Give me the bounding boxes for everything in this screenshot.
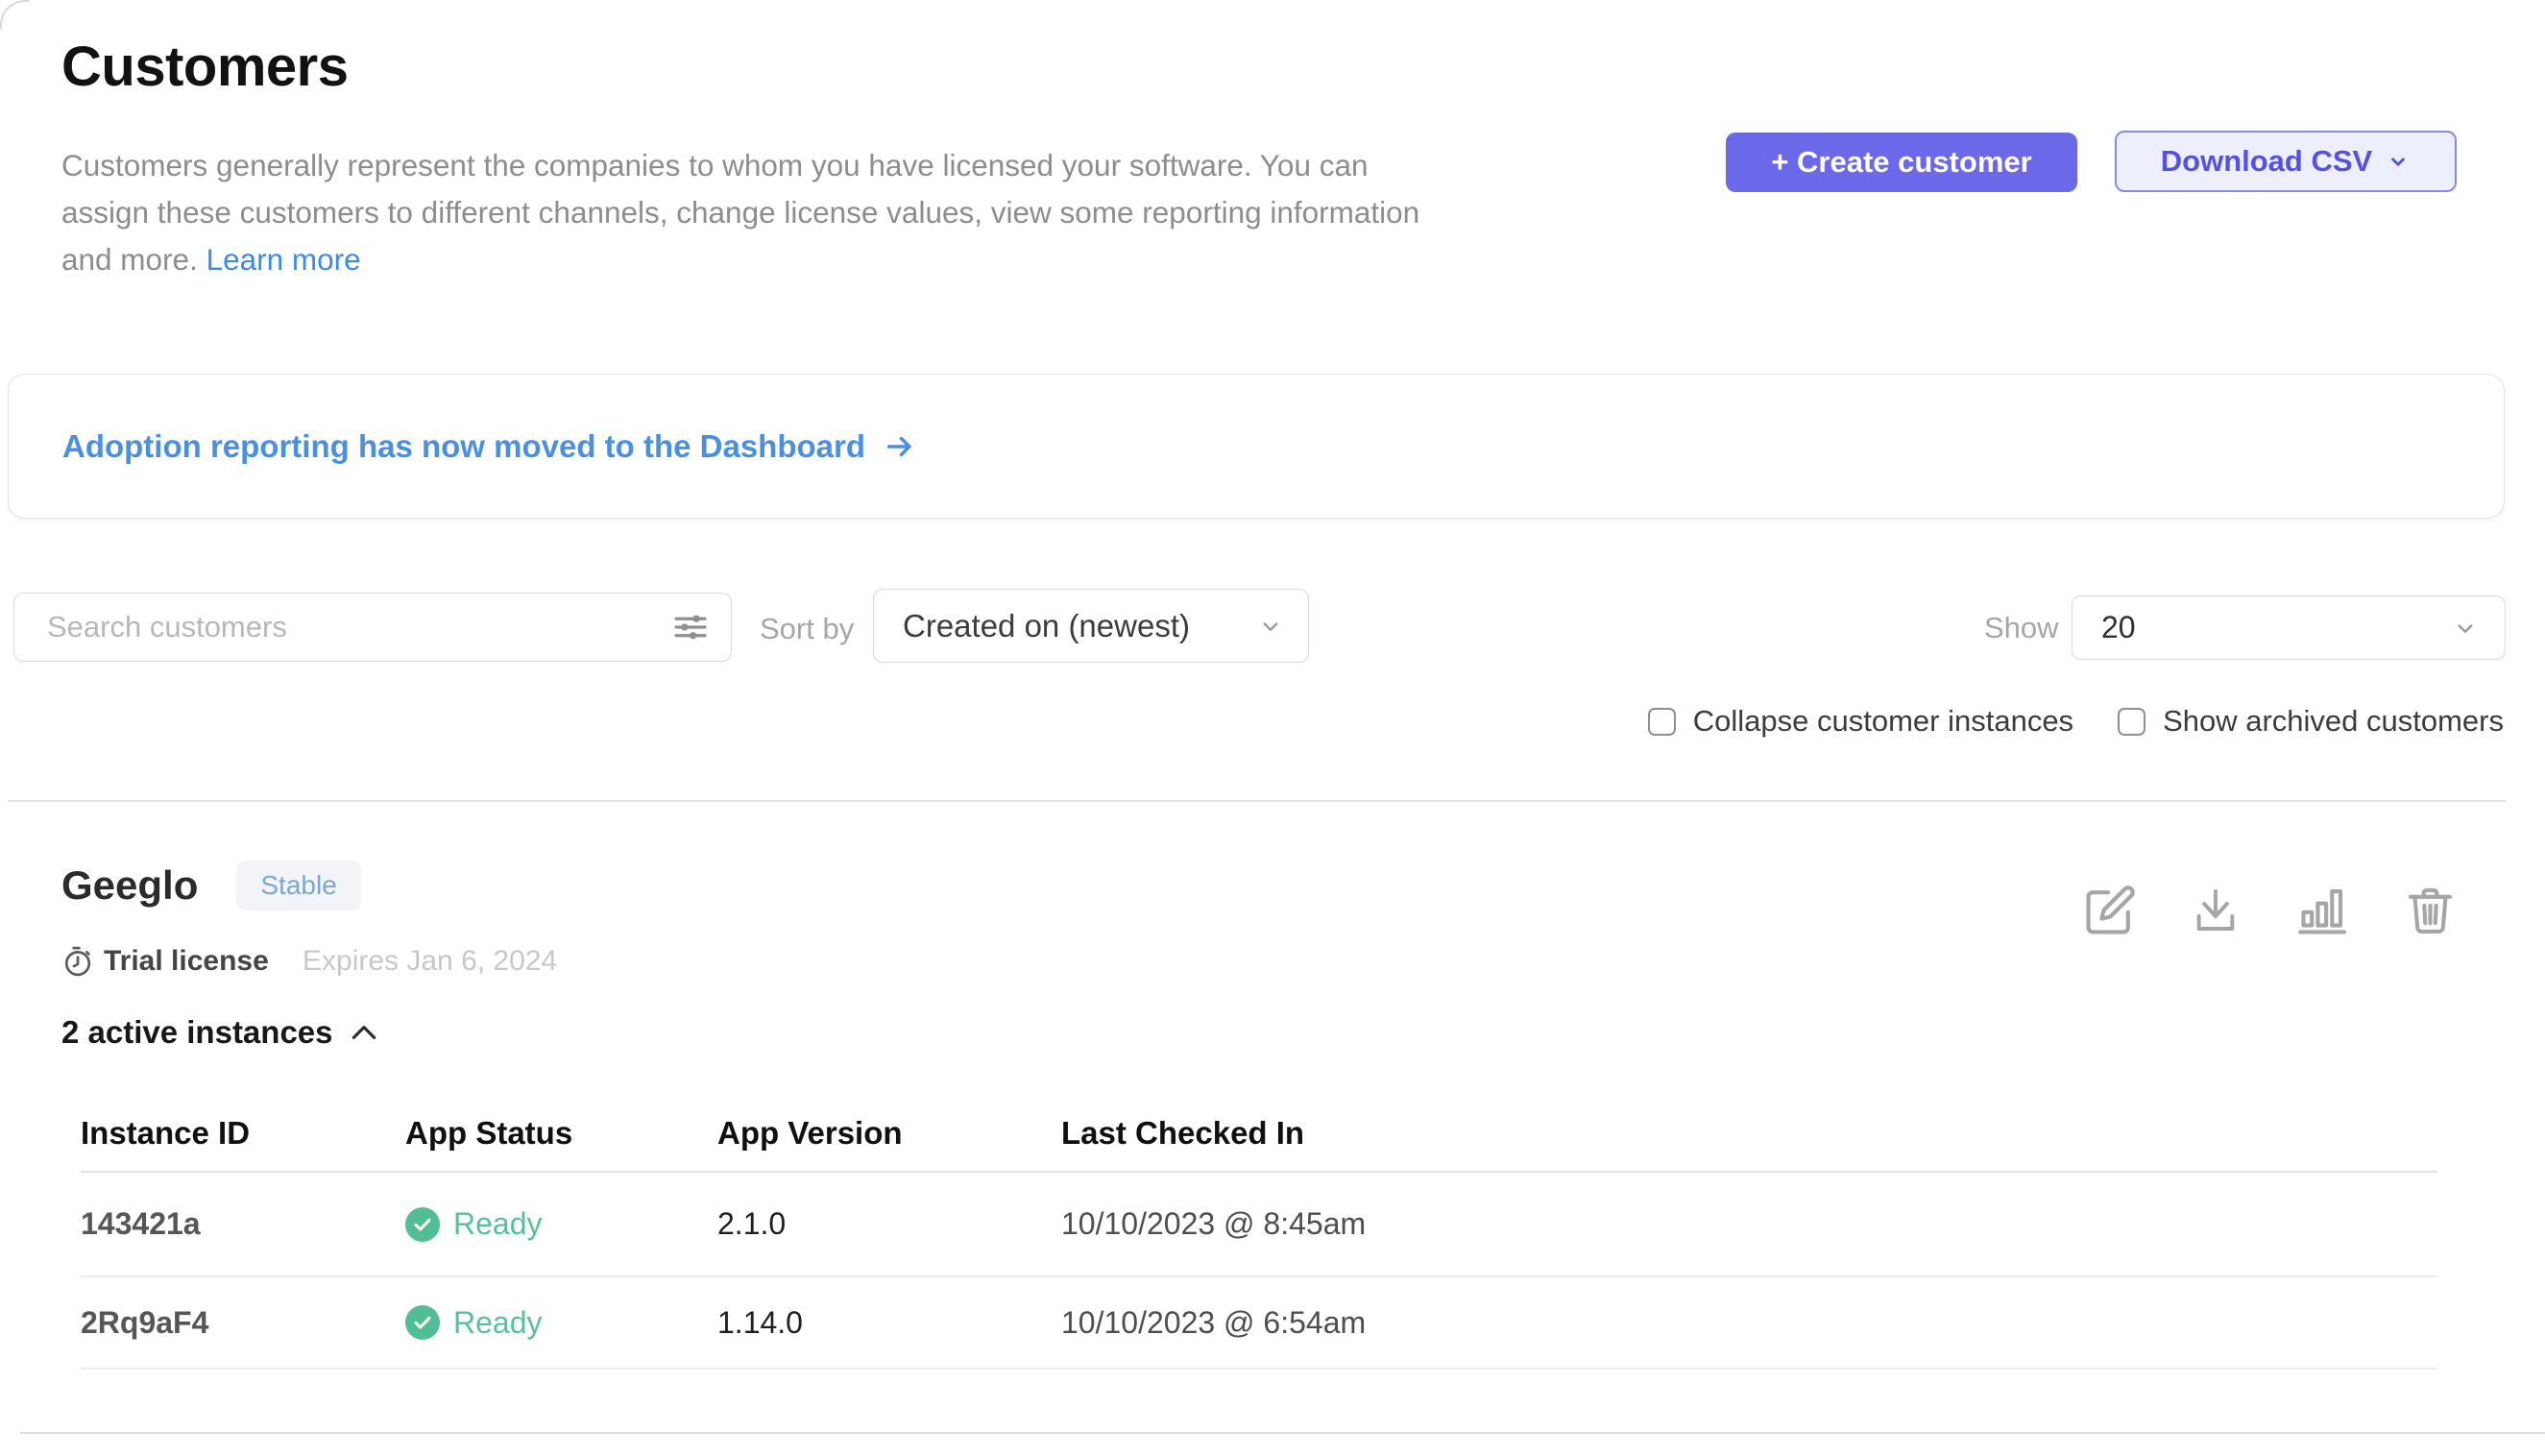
- status-label: Ready: [453, 1206, 543, 1242]
- customer-name[interactable]: Geeglo: [61, 862, 198, 909]
- column-header-instance-id: Instance ID: [81, 1095, 405, 1173]
- list-options-row: Collapse customer instances Show archive…: [1648, 704, 2504, 739]
- sort-by-label: Sort by: [760, 612, 854, 646]
- license-expires: Expires Jan 6, 2024: [303, 945, 557, 978]
- status-ready-icon: [405, 1207, 440, 1242]
- active-instances-summary: 2 active instances: [61, 1014, 333, 1051]
- section-divider: [8, 800, 2506, 802]
- bar-chart-icon: [2294, 884, 2350, 936]
- page-description: Customers generally represent the compan…: [61, 142, 1419, 283]
- adoption-banner-text: Adoption reporting has now moved to the …: [62, 428, 865, 465]
- sort-select[interactable]: Created on (newest): [873, 589, 1309, 663]
- active-instances-toggle[interactable]: 2 active instances: [61, 1014, 379, 1051]
- instance-id-cell: 2Rq9aF4: [81, 1277, 405, 1370]
- last-checked-in-cell: 10/10/2023 @ 8:45am: [1061, 1173, 2437, 1277]
- panel-corner: [0, 0, 29, 29]
- description-line: Customers generally represent the compan…: [61, 142, 1419, 189]
- customers-page: Customers Customers generally represent …: [0, 0, 2545, 1456]
- description-line: and more. Learn more: [61, 236, 1419, 283]
- search-customers-field: [13, 593, 732, 662]
- description-text: and more.: [61, 242, 198, 277]
- search-input[interactable]: [13, 593, 732, 662]
- app-status-cell: Ready: [405, 1173, 717, 1277]
- status-label: Ready: [453, 1305, 543, 1341]
- sort-select-value: Created on (newest): [903, 608, 1190, 644]
- download-license-button[interactable]: [2191, 884, 2241, 936]
- column-header-app-status: App Status: [405, 1095, 717, 1173]
- customer-actions: [2084, 884, 2457, 936]
- learn-more-link[interactable]: Learn more: [206, 242, 361, 277]
- page-title: Customers: [61, 35, 348, 99]
- collapse-instances-option[interactable]: Collapse customer instances: [1648, 704, 2073, 739]
- column-header-last-checked-in: Last Checked In: [1061, 1095, 2437, 1173]
- customer-reporting-button[interactable]: [2294, 884, 2350, 936]
- chevron-down-icon: [2451, 614, 2480, 643]
- archive-customer-button[interactable]: [2404, 884, 2457, 936]
- show-archived-label: Show archived customers: [2163, 704, 2504, 739]
- arrow-right-icon: [881, 430, 919, 463]
- trash-icon: [2404, 884, 2457, 936]
- app-version-cell: 2.1.0: [717, 1173, 1061, 1277]
- chevron-up-icon: [349, 1020, 379, 1045]
- show-count-select[interactable]: 20: [2072, 595, 2506, 660]
- channel-badge: Stable: [236, 861, 360, 910]
- download-icon: [2191, 884, 2241, 936]
- collapse-instances-label: Collapse customer instances: [1693, 704, 2073, 739]
- show-label: Show: [1984, 611, 2059, 645]
- show-select-value: 20: [2101, 610, 2136, 645]
- last-checked-in-cell: 10/10/2023 @ 6:54am: [1061, 1277, 2437, 1370]
- edit-customer-button[interactable]: [2084, 884, 2137, 936]
- license-info-row: Trial license Expires Jan 6, 2024: [61, 945, 269, 978]
- column-header-app-version: App Version: [717, 1095, 1061, 1173]
- create-customer-button[interactable]: + Create customer: [1726, 133, 2077, 192]
- show-archived-option[interactable]: Show archived customers: [2118, 704, 2504, 739]
- adoption-banner-link[interactable]: Adoption reporting has now moved to the …: [62, 428, 919, 465]
- download-csv-label: Download CSV: [2161, 144, 2372, 179]
- description-line: assign these customers to different chan…: [61, 189, 1419, 236]
- customer-header: Geeglo Stable: [61, 861, 361, 910]
- show-archived-checkbox[interactable]: [2118, 708, 2145, 736]
- chevron-down-icon: [2386, 149, 2411, 174]
- edit-icon: [2084, 884, 2137, 936]
- app-version-cell: 1.14.0: [717, 1277, 1061, 1370]
- chevron-down-icon: [1256, 612, 1285, 641]
- page-bottom-divider: [20, 1432, 2545, 1434]
- status-ready-icon: [405, 1305, 440, 1340]
- app-status-cell: Ready: [405, 1277, 717, 1370]
- clock-icon: [61, 945, 94, 978]
- collapse-instances-checkbox[interactable]: [1648, 708, 1676, 736]
- instances-table: Instance ID App Status App Version Last …: [81, 1095, 2437, 1370]
- license-type: Trial license: [104, 945, 269, 978]
- adoption-banner: Adoption reporting has now moved to the …: [8, 374, 2505, 519]
- download-csv-button[interactable]: Download CSV: [2115, 131, 2457, 192]
- filter-sliders-icon[interactable]: [670, 607, 711, 647]
- instance-id-cell: 143421a: [81, 1173, 405, 1277]
